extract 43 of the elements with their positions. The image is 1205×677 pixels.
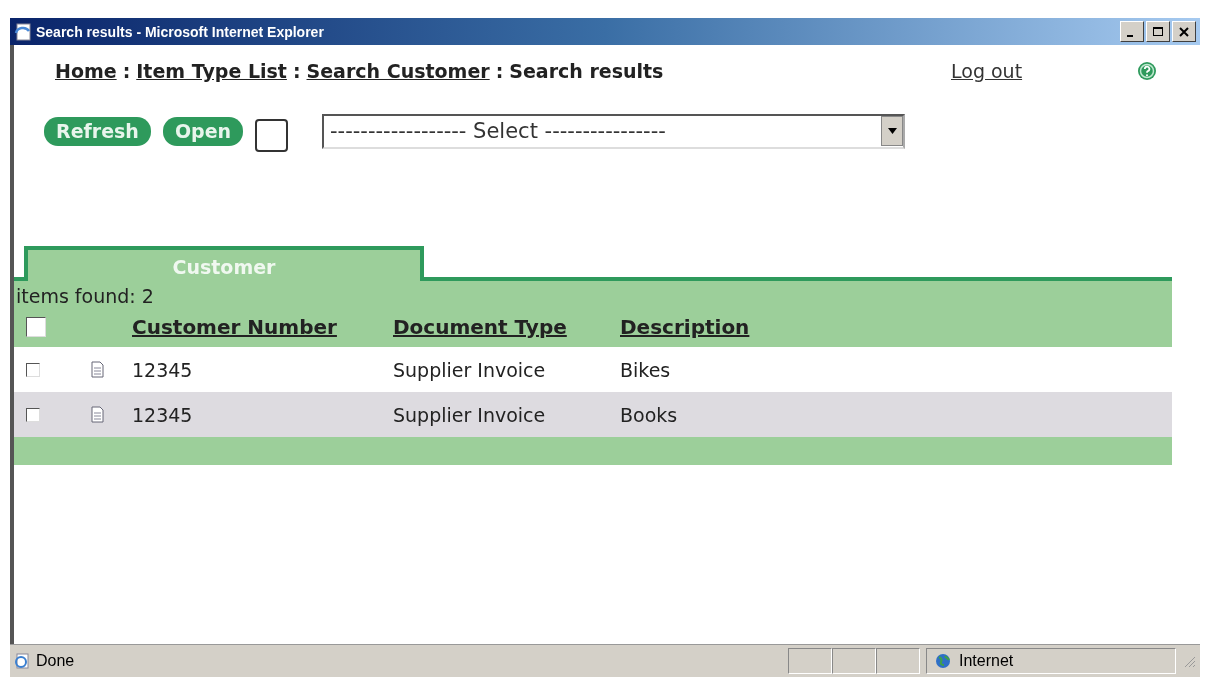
table-cell-text: Bikes xyxy=(620,358,672,381)
globe-icon xyxy=(935,653,951,669)
table-cell-text: Supplier Invoice xyxy=(393,403,547,426)
select-dropdown[interactable]: ------------------ Select ---------------- xyxy=(322,113,906,149)
window-title: Search results - Microsoft Internet Explorer xyxy=(36,23,325,40)
column-header[interactable]: Description xyxy=(620,315,820,339)
breadcrumb-separator: : xyxy=(292,60,301,82)
logout-link[interactable]: Log out xyxy=(951,60,1131,82)
breadcrumb-current: Search results xyxy=(509,60,664,82)
checkbox[interactable] xyxy=(26,317,46,337)
maximize-icon xyxy=(1152,25,1164,38)
status-pane xyxy=(832,648,876,674)
breadcrumb-link[interactable]: Search Customer xyxy=(306,60,490,82)
table-row[interactable]: 12345 Supplier Invoice Books xyxy=(14,392,1172,437)
table-cell-text: Supplier Invoice xyxy=(393,358,547,381)
close-button[interactable] xyxy=(1172,21,1196,42)
zone-text: Internet xyxy=(959,652,1014,670)
status-pane xyxy=(876,648,920,674)
breadcrumb-separator: : xyxy=(122,60,131,82)
table-cell-text: 12345 xyxy=(132,358,194,381)
status-text: Done xyxy=(36,652,76,670)
table-cell-text: Books xyxy=(620,403,679,426)
column-header[interactable]: Customer Number xyxy=(132,315,393,339)
breadcrumb-separator: : xyxy=(495,60,504,82)
page-icon xyxy=(14,653,30,669)
minimize-icon xyxy=(1127,34,1133,37)
resize-grip-icon[interactable] xyxy=(1182,654,1196,668)
minimize-button[interactable] xyxy=(1120,21,1144,42)
items-found-text: items found: 2 xyxy=(16,284,154,307)
checkbox[interactable] xyxy=(26,407,40,422)
document-icon xyxy=(90,361,104,378)
table-cell-text: 12345 xyxy=(132,403,194,426)
maximize-button[interactable] xyxy=(1146,21,1170,42)
page-icon xyxy=(14,22,32,41)
breadcrumb-link[interactable]: Item Type List xyxy=(136,60,287,82)
column-header[interactable]: Document Type xyxy=(393,315,620,339)
status-pane xyxy=(788,648,832,674)
help-icon[interactable] xyxy=(1137,61,1157,81)
checkbox[interactable] xyxy=(255,118,289,152)
document-icon xyxy=(90,406,104,423)
breadcrumb-link[interactable]: Home xyxy=(55,60,117,82)
close-icon xyxy=(1178,25,1190,38)
checkbox[interactable] xyxy=(26,362,40,377)
